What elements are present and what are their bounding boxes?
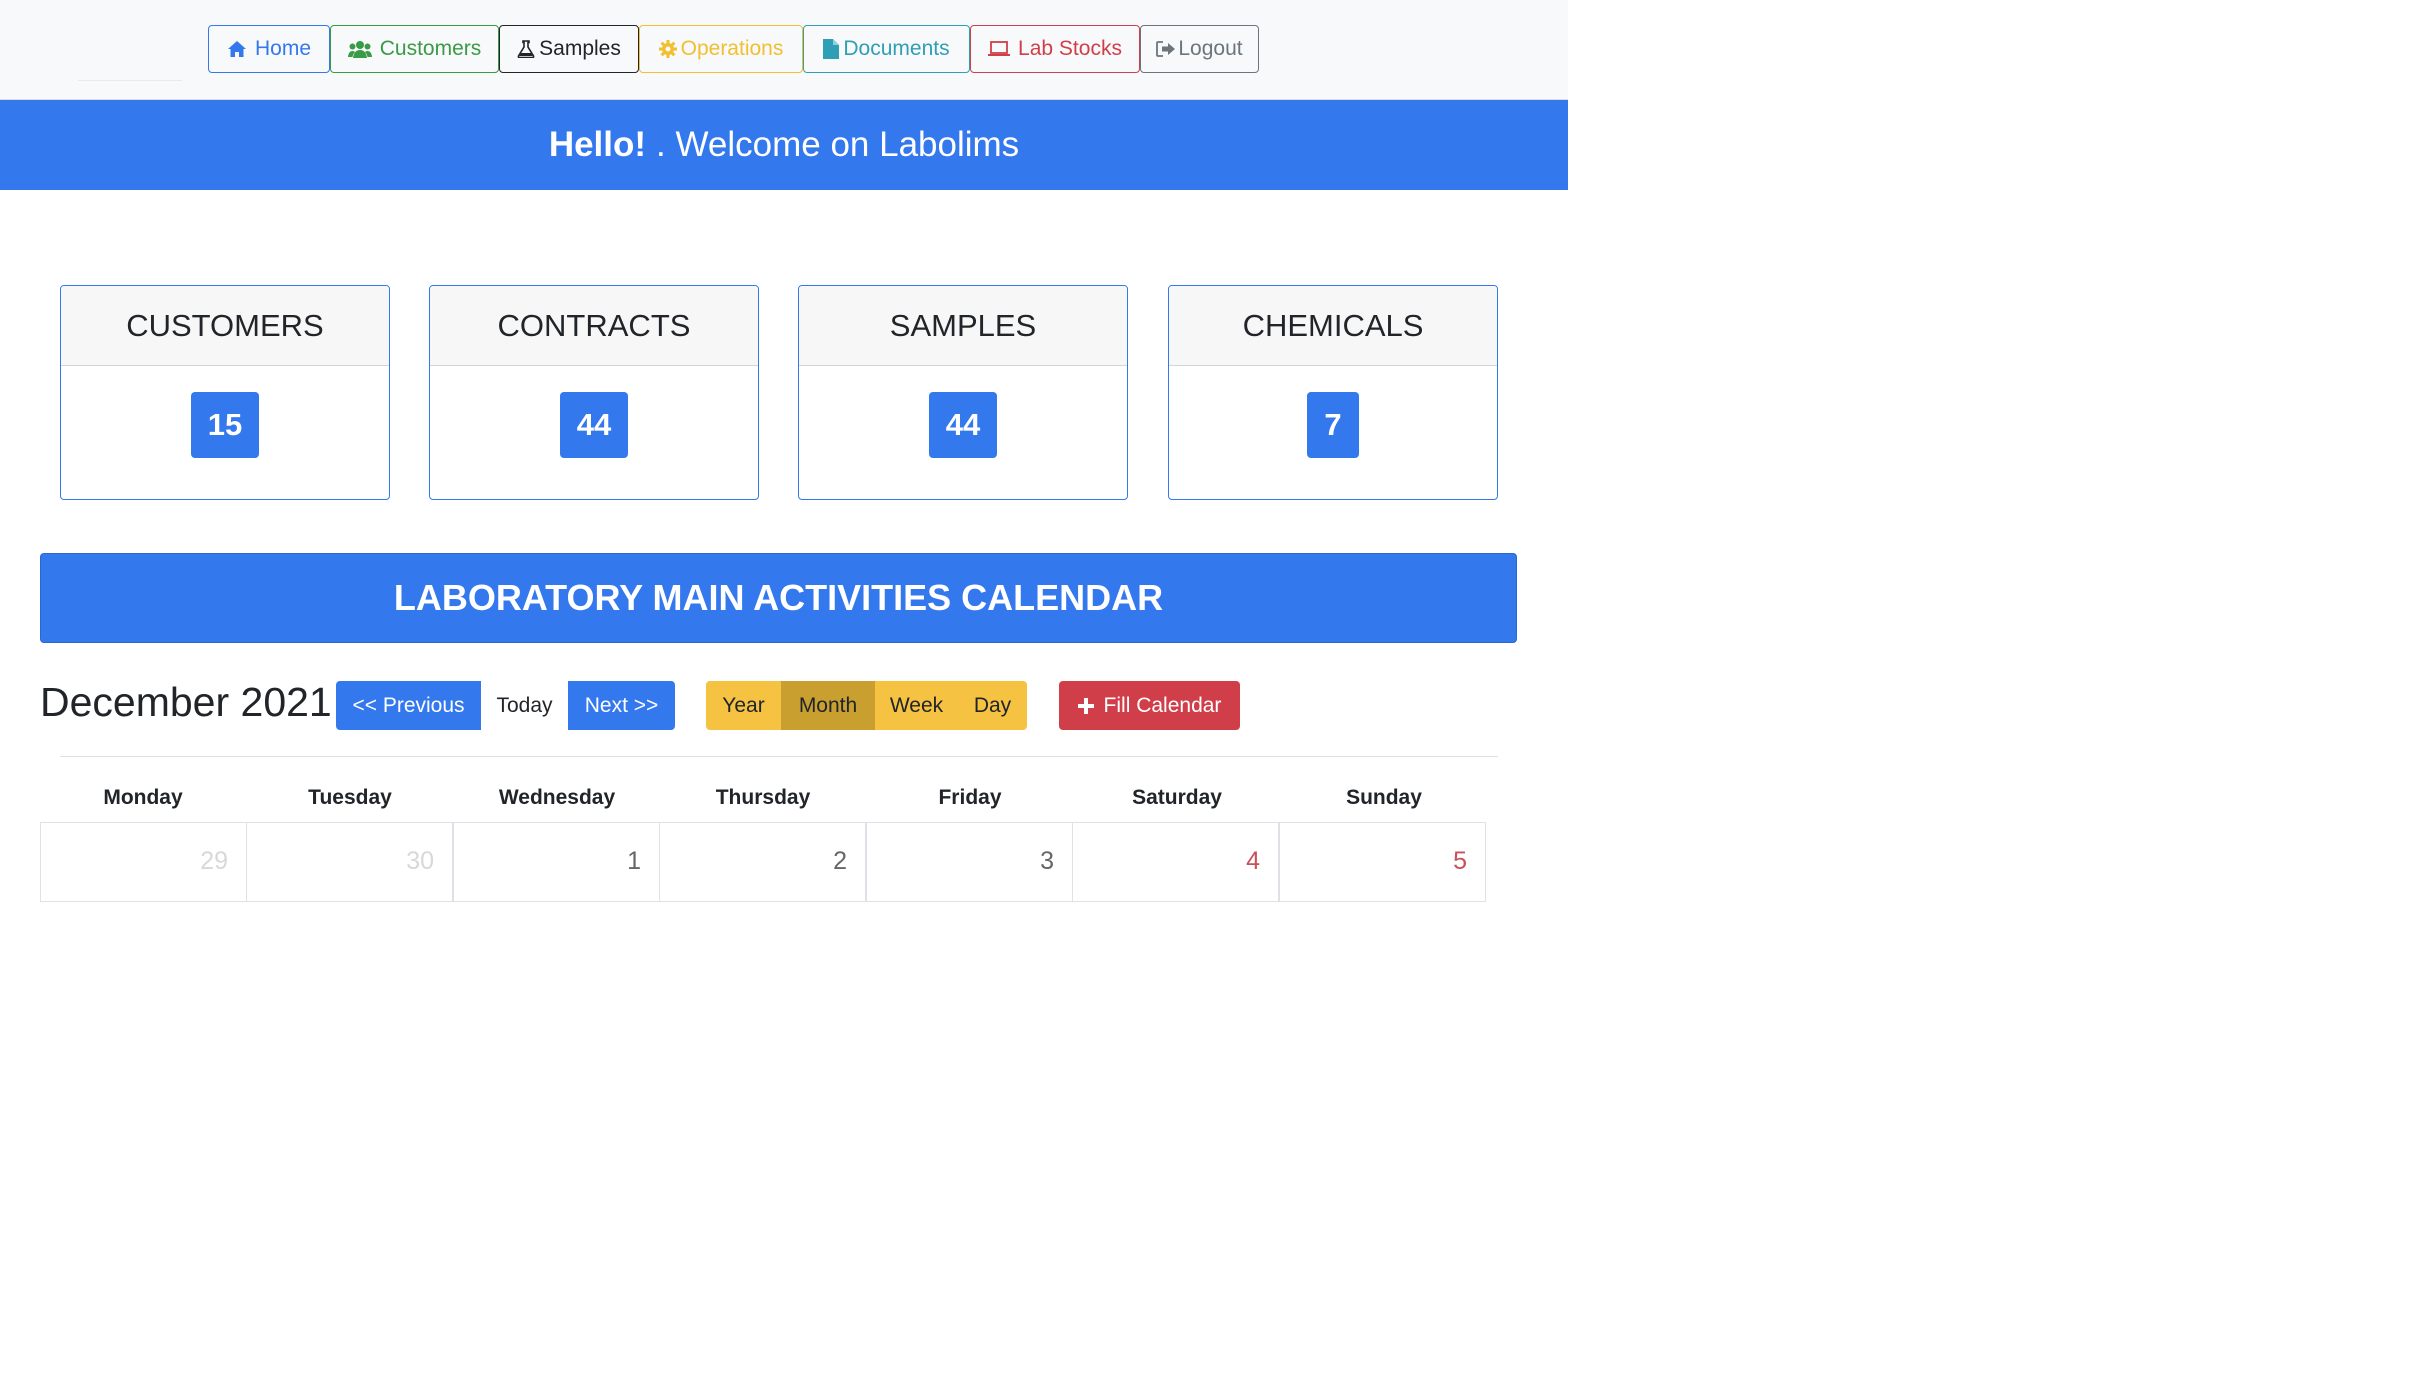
calendar-day-cell[interactable]: 29 <box>40 822 247 902</box>
nav-logout-label: Logout <box>1178 37 1243 60</box>
calendar-day-cell[interactable]: 2 <box>659 822 866 902</box>
weekday-header: Sunday <box>1346 786 1422 809</box>
day-number: 3 <box>1040 847 1054 875</box>
weekday-header: Saturday <box>1132 786 1222 809</box>
laptop-icon <box>988 41 1011 56</box>
welcome-text: . Welcome on Labolims <box>656 125 1020 164</box>
file-icon <box>823 39 840 59</box>
view-day-button[interactable]: Day <box>958 681 1027 730</box>
welcome-hello: Hello! <box>548 125 647 164</box>
plus-icon <box>1077 697 1094 714</box>
nav-lab-stocks-label: Lab Stocks <box>1018 37 1122 60</box>
weekday-header: Wednesday <box>498 786 616 809</box>
day-number: 4 <box>1246 847 1260 875</box>
divider <box>78 80 182 81</box>
stat-count-badge: 44 <box>928 392 998 458</box>
stat-card-title: CHEMICALS <box>1169 286 1497 366</box>
nav-customers-button[interactable]: Customers <box>330 25 499 73</box>
home-icon <box>227 41 246 57</box>
next-button[interactable]: Next >> <box>568 681 675 730</box>
day-number: 1 <box>627 847 641 875</box>
nav-operations-button[interactable]: Operations <box>639 25 803 73</box>
flask-icon <box>517 40 535 58</box>
day-number: 29 <box>200 847 228 875</box>
calendar-day-cell[interactable]: 5 <box>1279 822 1486 902</box>
nav-documents-button[interactable]: Documents <box>803 25 970 73</box>
nav-logout-button[interactable]: Logout <box>1140 25 1259 73</box>
stat-card-title: CONTRACTS <box>430 286 758 366</box>
stat-card-title: SAMPLES <box>799 286 1127 366</box>
toolbar-divider <box>60 756 1498 757</box>
stat-count-badge: 15 <box>190 392 260 458</box>
nav-operations-label: Operations <box>680 37 784 60</box>
fill-calendar-label: Fill Calendar <box>1103 693 1222 717</box>
weekday-header: Tuesday <box>308 786 392 809</box>
nav-home-label: Home <box>254 37 312 60</box>
day-number: 5 <box>1453 847 1467 875</box>
view-week-button[interactable]: Week <box>875 681 958 730</box>
calendar-day-cell[interactable]: 1 <box>453 822 660 902</box>
nav-customers-label: Customers <box>379 37 482 60</box>
stat-card-chemicals: CHEMICALS 7 <box>1168 285 1498 500</box>
nav-samples-label: Samples <box>539 37 621 60</box>
calendar-day-cell[interactable]: 30 <box>246 822 453 902</box>
calendar-day-cell[interactable]: 3 <box>866 822 1073 902</box>
calendar-banner: LABORATORY MAIN ACTIVITIES CALENDAR <box>40 553 1517 643</box>
nav-lab-stocks-button[interactable]: Lab Stocks <box>970 25 1140 73</box>
weekday-header: Thursday <box>715 786 811 809</box>
nav-samples-button[interactable]: Samples <box>499 25 639 73</box>
stat-card-customers: CUSTOMERS 15 <box>60 285 390 500</box>
previous-button[interactable]: << Previous <box>336 681 481 730</box>
calendar-month-title: December 2021 <box>40 679 332 725</box>
top-navbar: Home Customers Samples Operations Docume… <box>0 0 1568 100</box>
stat-card-samples: SAMPLES 44 <box>798 285 1128 500</box>
day-number: 2 <box>833 847 847 875</box>
stat-card-contracts: CONTRACTS 44 <box>429 285 759 500</box>
stat-count-badge: 7 <box>1307 392 1359 458</box>
day-number: 30 <box>406 847 434 875</box>
users-icon <box>347 41 372 58</box>
today-button[interactable]: Today <box>481 681 568 730</box>
nav-documents-label: Documents <box>843 37 950 60</box>
nav-home-button[interactable]: Home <box>208 25 330 73</box>
weekday-header: Friday <box>938 786 1002 809</box>
view-month-button[interactable]: Month <box>781 681 875 730</box>
stat-card-title: CUSTOMERS <box>61 286 389 366</box>
fill-calendar-button[interactable]: Fill Calendar <box>1059 681 1240 730</box>
calendar-day-cell[interactable]: 4 <box>1072 822 1279 902</box>
sign-out-icon <box>1156 41 1176 57</box>
welcome-banner: Hello! . Welcome on Labolims <box>0 100 1568 190</box>
stat-count-badge: 44 <box>559 392 629 458</box>
weekday-header: Monday <box>103 786 183 809</box>
view-year-button[interactable]: Year <box>706 681 781 730</box>
gear-icon <box>658 40 677 58</box>
